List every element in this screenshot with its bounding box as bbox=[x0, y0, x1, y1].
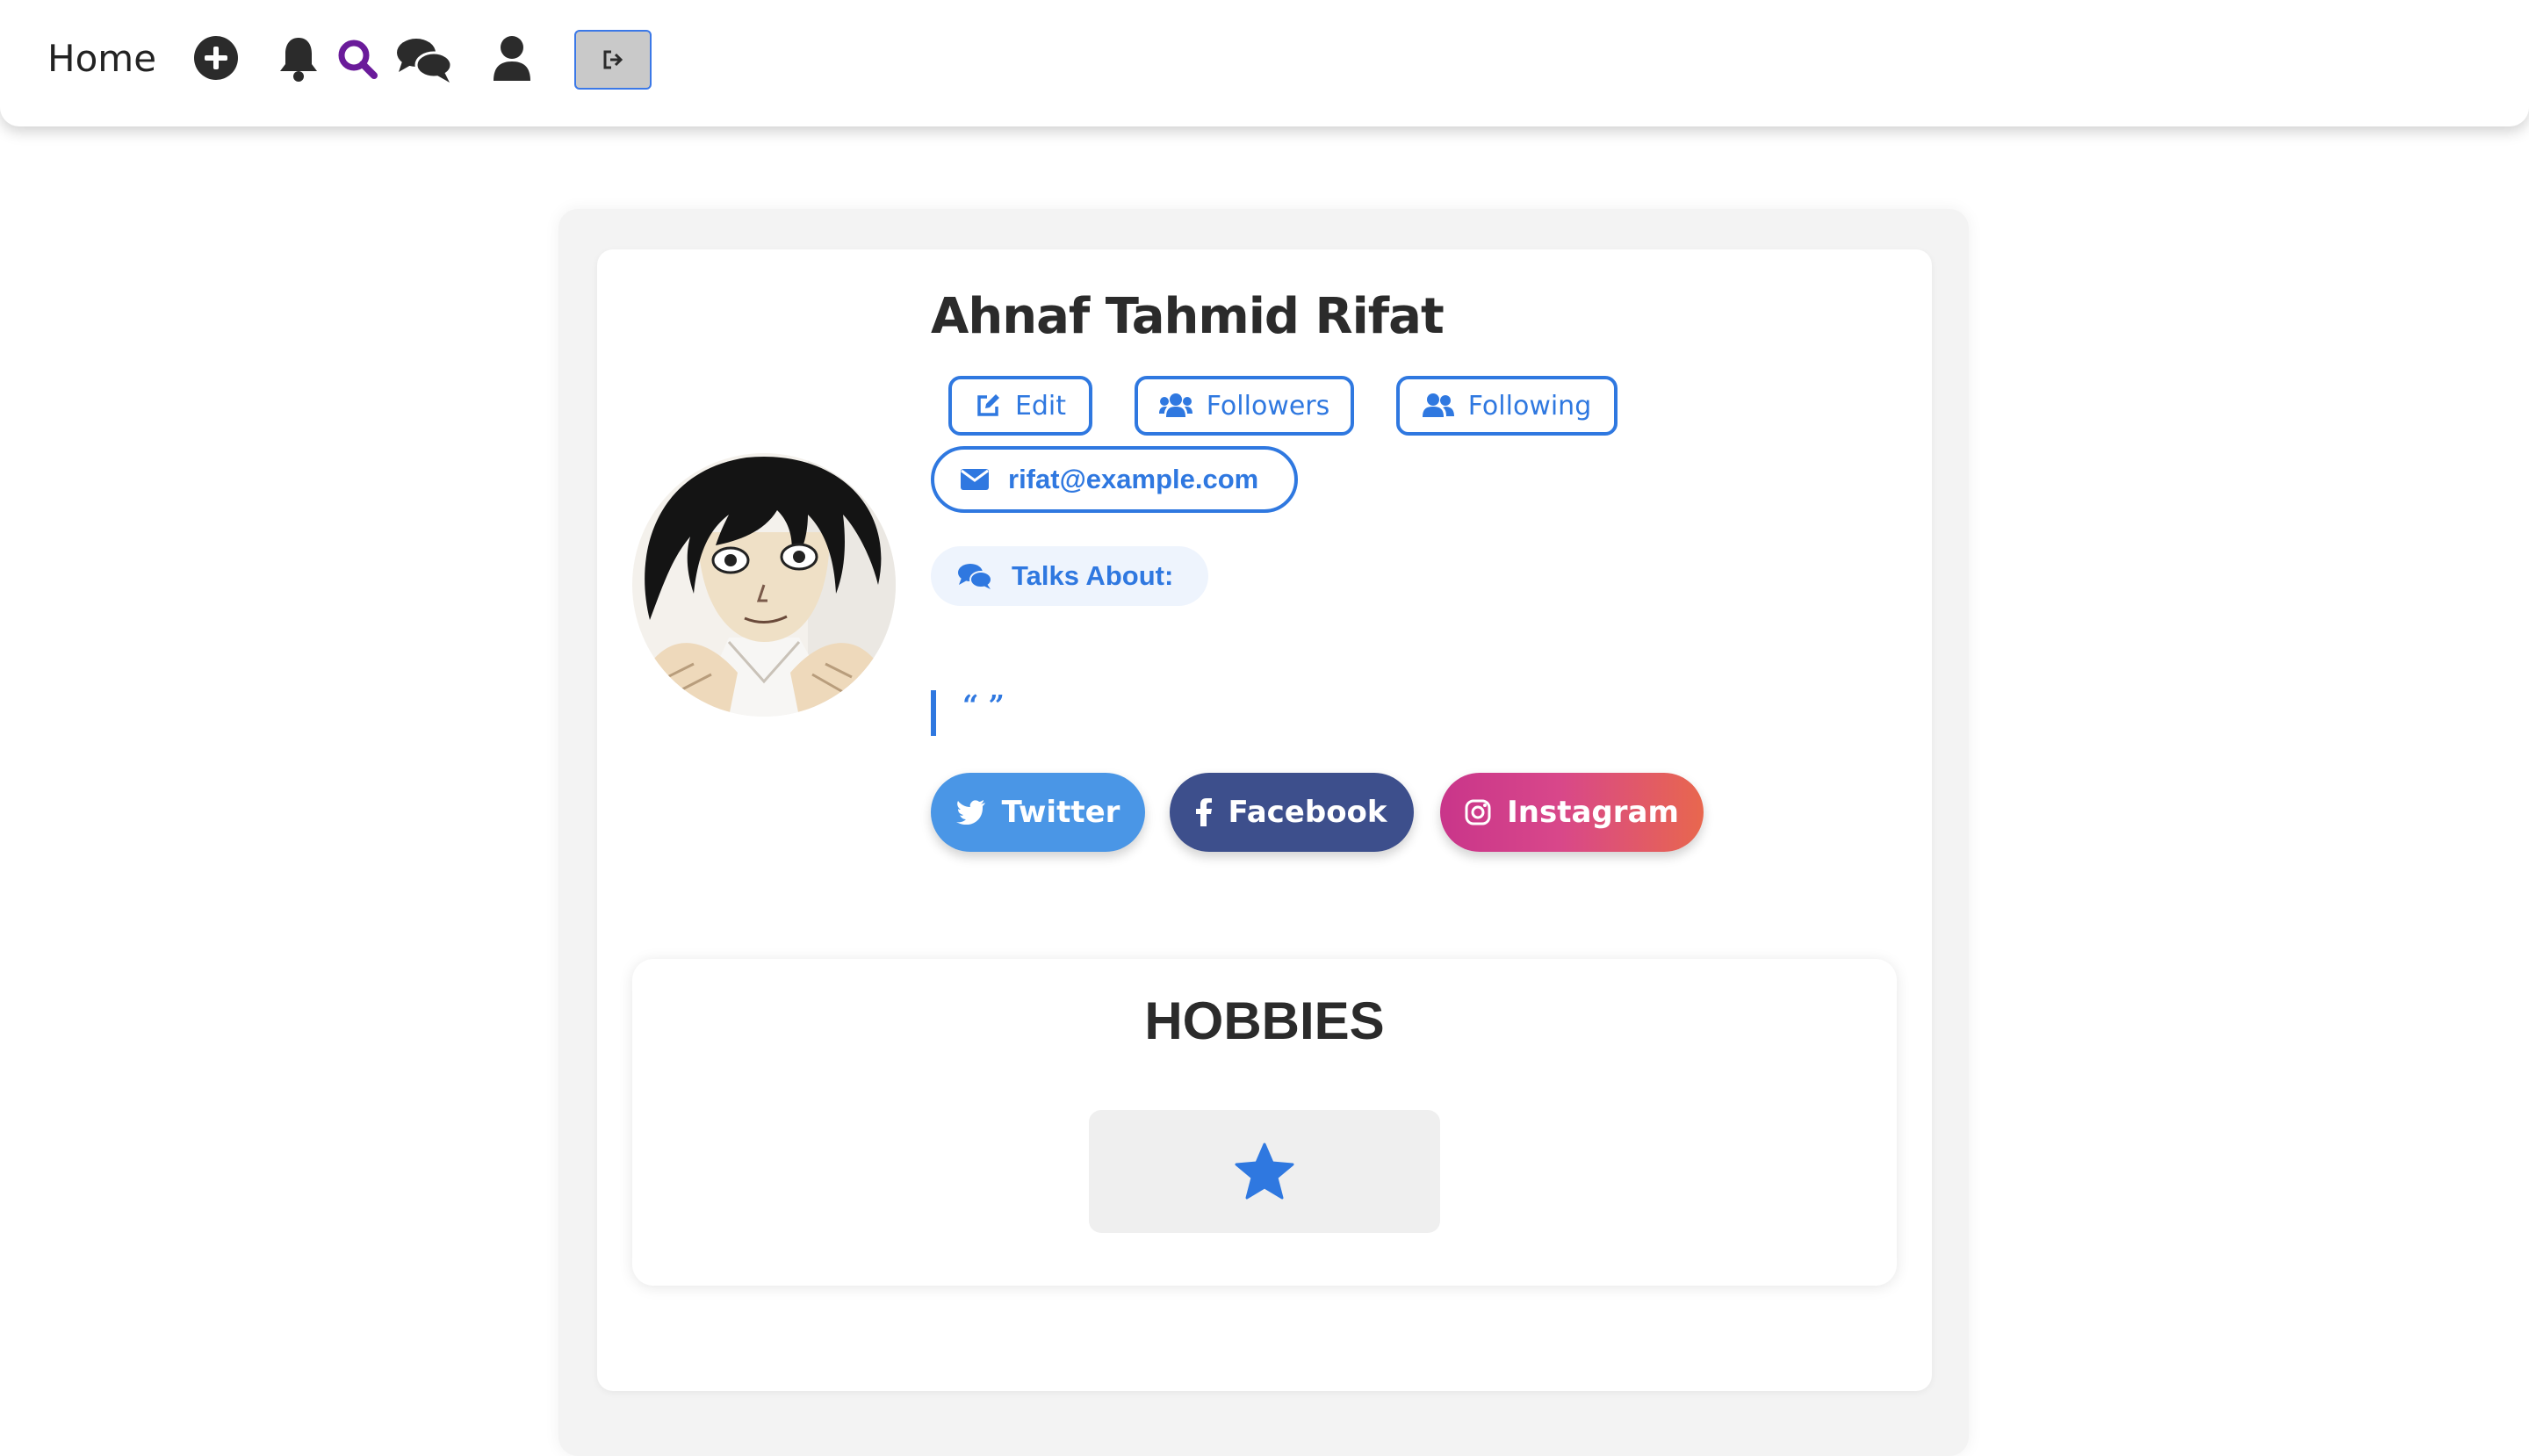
talks-about-label: Talks About: bbox=[1012, 560, 1174, 591]
chat-icon[interactable] bbox=[395, 35, 453, 84]
edit-icon bbox=[977, 394, 999, 416]
envelope-icon bbox=[961, 469, 989, 490]
email-text: rifat@example.com bbox=[1008, 464, 1259, 494]
following-label: Following bbox=[1467, 390, 1592, 422]
instagram-label: Instagram bbox=[1507, 795, 1679, 830]
users-icon bbox=[1158, 393, 1192, 417]
edit-label: Edit bbox=[1014, 390, 1067, 422]
edit-button[interactable]: Edit bbox=[948, 376, 1092, 436]
hobby-item[interactable] bbox=[1089, 1110, 1440, 1233]
comments-icon bbox=[958, 564, 992, 589]
hobbies-title: HOBBIES bbox=[1144, 991, 1385, 1050]
bell-icon[interactable] bbox=[277, 35, 320, 83]
twitter-button[interactable]: Twitter bbox=[931, 773, 1145, 852]
logout-icon bbox=[603, 50, 623, 69]
nav-home-link[interactable]: Home bbox=[47, 37, 156, 80]
top-navbar: Home bbox=[0, 0, 2529, 126]
instagram-button[interactable]: Instagram bbox=[1440, 773, 1704, 852]
talks-about-badge: Talks About: bbox=[931, 546, 1208, 606]
email-link[interactable]: rifat@example.com bbox=[931, 446, 1298, 513]
instagram-icon bbox=[1465, 799, 1491, 825]
user-friends-icon bbox=[1422, 393, 1454, 417]
logout-button[interactable] bbox=[574, 30, 652, 90]
add-circle-icon[interactable] bbox=[193, 35, 239, 81]
star-icon bbox=[1235, 1142, 1294, 1200]
user-icon[interactable] bbox=[492, 35, 532, 83]
search-icon[interactable] bbox=[337, 39, 378, 79]
facebook-label: Facebook bbox=[1228, 795, 1387, 830]
facebook-icon bbox=[1196, 798, 1213, 826]
bio-quote: “ ” bbox=[931, 690, 1106, 736]
followers-label: Followers bbox=[1206, 390, 1330, 422]
avatar bbox=[632, 453, 896, 717]
profile-name: Ahnaf Tahmid Rifat bbox=[931, 288, 1445, 345]
facebook-button[interactable]: Facebook bbox=[1170, 773, 1414, 852]
following-button[interactable]: Following bbox=[1396, 376, 1618, 436]
twitter-icon bbox=[955, 800, 985, 825]
twitter-label: Twitter bbox=[1001, 795, 1120, 830]
followers-button[interactable]: Followers bbox=[1135, 376, 1354, 436]
